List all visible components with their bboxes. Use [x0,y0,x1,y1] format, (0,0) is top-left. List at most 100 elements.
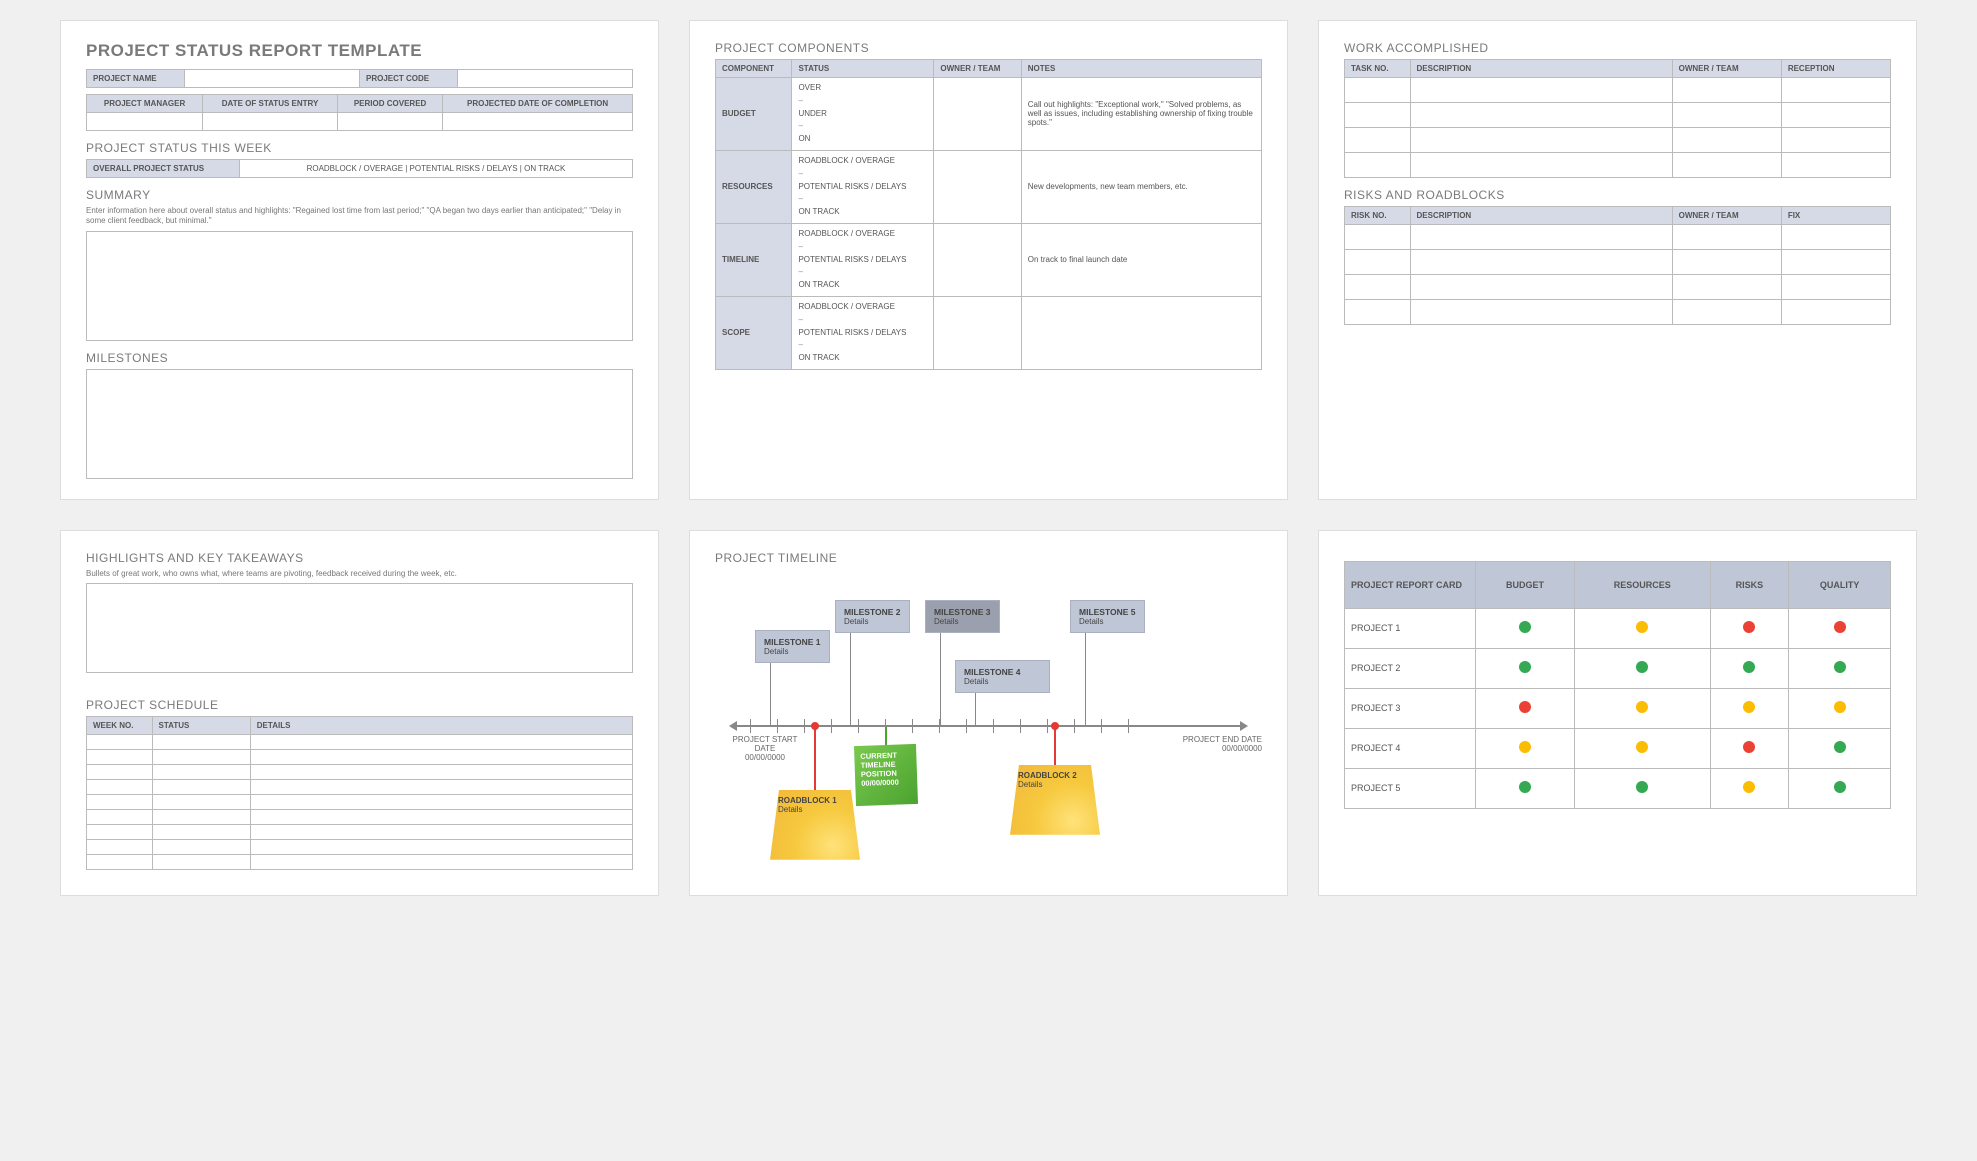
schedule-row [87,825,633,840]
roadblock-2: ROADBLOCK 2Details [1010,765,1100,835]
tick [1128,719,1129,733]
page-2-components: PROJECT COMPONENTS COMPONENT STATUS OWNE… [689,20,1288,500]
status-dot [1519,781,1531,793]
table-row [1345,225,1891,250]
highlights-box [86,583,633,673]
component-row: TIMELINE ROADBLOCK / OVERAGE–POTENTIAL R… [716,223,1262,296]
component-row: SCOPE ROADBLOCK / OVERAGE–POTENTIAL RISK… [716,296,1262,369]
status-dot [1636,701,1648,713]
components-table: COMPONENT STATUS OWNER / TEAM NOTES BUDG… [715,59,1262,370]
status-dot [1636,621,1648,633]
milestone-3: MILESTONE 3Details [925,600,1000,633]
end-date: PROJECT END DATE00/00/0000 [1182,735,1262,753]
tick [804,719,805,733]
section-milestones: MILESTONES [86,351,633,365]
tick [750,719,751,733]
timeline: MILESTONE 1Details MILESTONE 2Details MI… [715,595,1262,875]
table-row [1345,300,1891,325]
page-5-timeline: PROJECT TIMELINE MILESTONE 1Details MILE… [689,530,1288,896]
current-position: CURRENT TIMELINE POSITION 00/00/0000 [854,744,918,806]
highlights-note: Bullets of great work, who owns what, wh… [86,569,633,579]
status-dot [1743,741,1755,753]
status-dot [1834,781,1846,793]
schedule-row [87,780,633,795]
section-work: WORK ACCOMPLISHED [1344,41,1891,55]
roadblock-1: ROADBLOCK 1Details [770,790,860,860]
schedule-row [87,765,633,780]
page-1-status-report: PROJECT STATUS REPORT TEMPLATE PROJECT N… [60,20,659,500]
component-row: BUDGET OVER–UNDER–ON Call out highlights… [716,78,1262,151]
status-dot [1743,701,1755,713]
report-card-row: PROJECT 1 [1345,608,1891,648]
report-card-row: PROJECT 5 [1345,768,1891,808]
table-row [1345,153,1891,178]
status-dot [1519,741,1531,753]
page-3-work-risks: WORK ACCOMPLISHED TASK NO. DESCRIPTION O… [1318,20,1917,500]
status-dot [1834,621,1846,633]
status-dot [1636,741,1648,753]
section-status-this-week: PROJECT STATUS THIS WEEK [86,141,633,155]
tick [912,719,913,733]
tick [831,719,832,733]
project-meta-table: PROJECT MANAGER DATE OF STATUS ENTRY PER… [86,94,633,131]
report-card-table: PROJECT REPORT CARD BUDGET RESOURCES RIS… [1344,561,1891,809]
start-date: PROJECT START DATE00/00/0000 [725,735,805,762]
risks-table: RISK NO. DESCRIPTION OWNER / TEAM FIX [1344,206,1891,325]
status-dot [1834,661,1846,673]
status-dot [1519,621,1531,633]
project-id-table: PROJECT NAME PROJECT CODE [86,69,633,88]
tick [858,719,859,733]
summary-box [86,231,633,341]
status-dot [1834,701,1846,713]
summary-note: Enter information here about overall sta… [86,206,633,227]
table-row [1345,275,1891,300]
status-dot [1636,781,1648,793]
table-row [1345,128,1891,153]
status-dot [1636,661,1648,673]
status-dot [1519,701,1531,713]
milestone-2: MILESTONE 2Details [835,600,910,633]
schedule-row [87,795,633,810]
schedule-row [87,840,633,855]
report-card-row: PROJECT 2 [1345,648,1891,688]
status-dot [1743,621,1755,633]
report-card-row: PROJECT 3 [1345,688,1891,728]
overall-status-table: OVERALL PROJECT STATUS ROADBLOCK / OVERA… [86,159,633,178]
status-dot [1519,661,1531,673]
milestone-4: MILESTONE 4Details [955,660,1050,693]
milestone-1: MILESTONE 1Details [755,630,830,663]
section-risks: RISKS AND ROADBLOCKS [1344,188,1891,202]
section-highlights: HIGHLIGHTS AND KEY TAKEAWAYS [86,551,633,565]
page-6-report-card: PROJECT REPORT CARD BUDGET RESOURCES RIS… [1318,530,1917,896]
status-dot [1834,741,1846,753]
label-project-code: PROJECT CODE [359,70,457,88]
schedule-table: WEEK NO. STATUS DETAILS [86,716,633,870]
table-row [1345,250,1891,275]
section-summary: SUMMARY [86,188,633,202]
table-row [1345,103,1891,128]
tick [993,719,994,733]
tick [1020,719,1021,733]
milestones-box [86,369,633,479]
tick [1074,719,1075,733]
schedule-row [87,735,633,750]
page-title: PROJECT STATUS REPORT TEMPLATE [86,41,633,61]
table-row [1345,78,1891,103]
tick [966,719,967,733]
milestone-5: MILESTONE 5Details [1070,600,1145,633]
schedule-row [87,855,633,870]
schedule-row [87,750,633,765]
tick [1101,719,1102,733]
status-dot [1743,781,1755,793]
section-timeline: PROJECT TIMELINE [715,551,1262,565]
page-4-highlights-schedule: HIGHLIGHTS AND KEY TAKEAWAYS Bullets of … [60,530,659,896]
status-dot [1743,661,1755,673]
section-components: PROJECT COMPONENTS [715,41,1262,55]
report-card-row: PROJECT 4 [1345,728,1891,768]
tick [1047,719,1048,733]
label-project-name: PROJECT NAME [87,70,185,88]
work-table: TASK NO. DESCRIPTION OWNER / TEAM RECEPT… [1344,59,1891,178]
tick [777,719,778,733]
schedule-row [87,810,633,825]
section-schedule: PROJECT SCHEDULE [86,698,633,712]
